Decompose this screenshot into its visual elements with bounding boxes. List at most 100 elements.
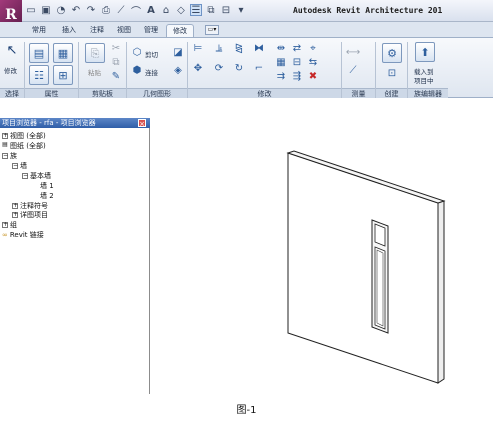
panel-label-properties[interactable]: 属性 — [25, 88, 78, 98]
default-3d-view-icon[interactable]: ⌂ — [160, 4, 172, 16]
expand-icon[interactable]: + — [12, 212, 18, 218]
expand-icon[interactable]: + — [2, 133, 8, 139]
tree-node-detail-items[interactable]: + 详图项目 — [12, 211, 48, 220]
join-geometry-label[interactable]: 连接 — [145, 67, 158, 77]
cursor-arrow-icon[interactable]: ↖ — [5, 42, 19, 58]
scale-icon[interactable]: ⊟ — [291, 57, 303, 69]
panel-label-clipboard[interactable]: 剪贴板 — [79, 88, 126, 98]
mirror-axis-icon[interactable]: ⧎ — [233, 43, 245, 55]
tab-home[interactable]: 常用 — [28, 24, 50, 37]
panel-label-geometry[interactable]: 几何图形 — [127, 88, 187, 98]
split-element-icon[interactable]: ⇹ — [275, 43, 287, 55]
customize-qat-icon[interactable]: ▾ — [235, 4, 247, 16]
family-types-icon[interactable]: ▤ — [29, 43, 49, 63]
close-icon[interactable]: × — [138, 119, 146, 128]
pin-icon[interactable]: ⇄ — [291, 43, 303, 55]
sync-icon[interactable]: ◔ — [55, 4, 67, 16]
modify-button-label[interactable]: 修改 — [4, 65, 17, 75]
delete-icon[interactable]: ✖ — [307, 71, 319, 83]
section-icon[interactable]: ◇ — [175, 4, 187, 16]
cut-geometry-label[interactable]: 剪切 — [145, 49, 158, 59]
tab-manage[interactable]: 管理 — [140, 24, 162, 37]
undo-icon[interactable]: ↶ — [70, 4, 82, 16]
tree-node-annotation-symbols-label: 注释符号 — [20, 202, 48, 210]
panel-label-modify[interactable]: 修改 — [188, 88, 341, 98]
measure-icon[interactable]: ⟋ — [115, 4, 127, 16]
redo-icon[interactable]: ↷ — [85, 4, 97, 16]
array-icon[interactable]: ▦ — [275, 57, 287, 69]
tree-node-revit-links[interactable]: ∞ Revit 链接 — [2, 231, 44, 240]
project-browser-title[interactable]: 项目浏览器 - rfa - 项目浏览器 — [0, 118, 150, 128]
save-icon[interactable]: ▣ — [40, 4, 52, 16]
expand-icon[interactable]: + — [12, 203, 18, 209]
tree-node-families[interactable]: − 族 — [2, 152, 17, 161]
thin-lines-icon[interactable]: ☰ — [190, 4, 202, 16]
load-into-project-label-2[interactable]: 项目中 — [414, 75, 434, 85]
create-similar-icon[interactable]: ⊡ — [386, 68, 398, 80]
title-bar: R ▭ ▣ ◔ ↶ ↷ ⎙ ⟋ ⌒ A ⌂ ◇ ☰ ⧉ ⊟ ▾ Autodesk… — [0, 0, 493, 30]
panel-label-select[interactable]: 选择 — [0, 88, 24, 98]
create-group-icon[interactable]: ⚙ — [382, 43, 402, 63]
panel-label-family-editor[interactable]: 族编辑器 — [408, 88, 448, 98]
offset-icon[interactable]: ⫡ — [213, 43, 225, 55]
group-icon[interactable]: ⇆ — [307, 57, 319, 69]
join-geometry-icon[interactable]: ⬢ — [131, 65, 143, 77]
align-icon[interactable]: ⊨ — [192, 43, 204, 55]
tree-node-basic-wall-label: 基本墙 — [30, 172, 51, 180]
collapse-icon[interactable]: − — [12, 163, 18, 169]
window-sash — [374, 246, 386, 330]
move-icon[interactable]: ✥ — [192, 63, 204, 75]
trim-multiple-icon[interactable]: ⇉ — [275, 71, 287, 83]
paste-icon[interactable]: ⎘ — [85, 43, 105, 63]
cut-icon[interactable]: ✂ — [110, 43, 122, 55]
family-category-icon[interactable]: ▦ — [53, 43, 73, 63]
text-icon[interactable]: A — [145, 4, 157, 16]
dimension-icon[interactable]: ⌒ — [130, 4, 142, 18]
match-properties-icon[interactable]: ✎ — [110, 71, 122, 83]
load-into-project-icon[interactable]: ⬆ — [415, 42, 435, 62]
open-icon[interactable]: ▭ — [25, 4, 37, 16]
tree-node-sheets[interactable]: ▤ 图纸 (全部) — [2, 142, 46, 151]
tree-node-groups[interactable]: + 组 — [2, 221, 17, 230]
lock-icon[interactable]: ⌖ — [307, 43, 319, 55]
tree-node-walls[interactable]: − 墙 — [12, 162, 27, 171]
tree-node-annotation-symbols[interactable]: + 注释符号 — [12, 202, 48, 211]
copy-element-icon[interactable]: ⟳ — [213, 63, 225, 75]
switch-windows-icon[interactable]: ⊟ — [220, 4, 232, 16]
tab-insert[interactable]: 插入 — [58, 24, 80, 37]
trim-extend-icon[interactable]: ⌐ — [253, 63, 265, 75]
panel-label-create[interactable]: 创建 — [376, 88, 407, 98]
project-browser: 项目浏览器 - rfa - 项目浏览器 × + 视图 (全部) ▤ 图纸 (全部) … — [0, 118, 150, 394]
expand-icon[interactable]: + — [2, 222, 8, 228]
aligned-dimension-icon[interactable]: ⟋ — [347, 65, 359, 77]
type-properties-icon[interactable]: ⊞ — [53, 65, 73, 85]
paste-button-label[interactable]: 粘贴 — [88, 67, 101, 77]
split-face-icon[interactable]: ◪ — [172, 47, 184, 59]
paint-icon[interactable]: ◈ — [172, 65, 184, 77]
tab-annotate[interactable]: 注释 — [86, 24, 108, 37]
tree-node-detail-items-label: 详图项目 — [20, 211, 48, 219]
tree-node-sheets-label: 图纸 (全部) — [10, 142, 46, 150]
unpin-icon[interactable]: ⇶ — [291, 71, 303, 83]
tree-node-wall-1[interactable]: 墙 1 — [40, 182, 54, 191]
mirror-draw-icon[interactable]: ⧓ — [253, 43, 265, 55]
tab-view[interactable]: 视图 — [113, 24, 135, 37]
tree-node-views[interactable]: + 视图 (全部) — [2, 132, 46, 141]
tab-modify[interactable]: 修改 — [166, 24, 194, 37]
properties-icon[interactable]: ☷ — [29, 65, 49, 85]
cut-geometry-icon[interactable]: ⬡ — [131, 47, 143, 59]
drawing-area[interactable] — [152, 118, 493, 394]
collapse-icon[interactable]: − — [22, 173, 28, 179]
tree-node-basic-wall[interactable]: − 基本墙 — [22, 172, 51, 181]
copy-icon[interactable]: ⧉ — [110, 57, 122, 69]
panel-label-measure[interactable]: 测量 — [342, 88, 375, 98]
ribbon-minimize-button[interactable]: ▭▾ — [205, 25, 219, 35]
print-icon[interactable]: ⎙ — [100, 4, 112, 16]
close-hidden-windows-icon[interactable]: ⧉ — [205, 4, 217, 16]
collapse-icon[interactable]: − — [2, 153, 8, 159]
tree-node-wall-2[interactable]: 墙 2 — [40, 192, 54, 201]
rotate-icon[interactable]: ↻ — [233, 63, 245, 75]
wall-face — [287, 152, 439, 384]
measure-distance-icon[interactable]: ⟷ — [346, 47, 360, 59]
link-icon: ∞ — [2, 231, 8, 239]
